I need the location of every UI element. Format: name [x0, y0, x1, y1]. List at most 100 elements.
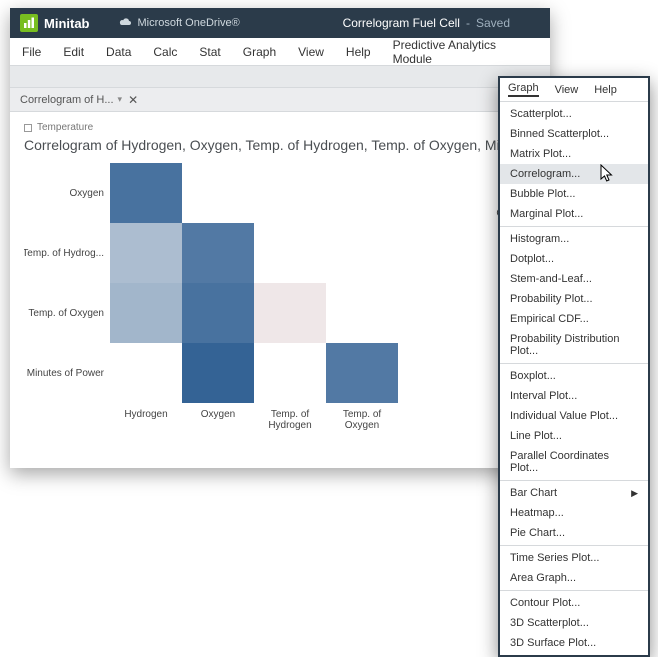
graph-menu-item[interactable]: Individual Value Plot... [500, 406, 648, 426]
menu-item-label: Individual Value Plot... [510, 410, 618, 422]
graph-menu-item[interactable]: Matrix Plot... [500, 144, 648, 164]
document-status: Saved [476, 16, 510, 30]
menu-separator [500, 590, 648, 591]
graph-menu-item[interactable]: Bar Chart ▶ [500, 483, 648, 503]
tab-active[interactable]: Correlogram of H... ▾ ✕ [16, 90, 142, 110]
heatmap-cell [326, 223, 398, 283]
graph-menu-item[interactable]: Probability Distribution Plot... [500, 329, 648, 361]
graph-menu-item[interactable]: Interval Plot... [500, 386, 648, 406]
document-separator: - [464, 16, 472, 30]
heatmap-cell [326, 343, 398, 403]
graph-menu-item[interactable]: Boxplot... [500, 366, 648, 386]
y-label: Minutes of Power [24, 343, 104, 403]
heatmap-cell [254, 163, 326, 223]
heatmap-cell [254, 223, 326, 283]
graph-menu-item[interactable]: 3D Scatterplot... [500, 613, 648, 633]
menu-separator [500, 545, 648, 546]
graph-menu-item[interactable]: Time Series Plot... [500, 548, 648, 568]
heatmap-cell [326, 163, 398, 223]
legend-label: Temperature [37, 122, 93, 133]
menu-graph[interactable]: Graph [243, 45, 276, 59]
document-name: Correlogram Fuel Cell [343, 16, 460, 30]
chevron-down-icon[interactable]: ▾ [118, 94, 123, 105]
menu-edit[interactable]: Edit [63, 45, 84, 59]
menu-view[interactable]: View [298, 45, 324, 59]
onedrive-icon [118, 17, 132, 30]
y-label: Temp. of Hydrog... [24, 223, 104, 283]
legend-swatch [24, 124, 32, 132]
x-label: Hydrogen [110, 409, 182, 431]
menu-item-label: Correlogram... [510, 168, 580, 180]
menu-predictive-analytics[interactable]: Predictive Analytics Module [393, 38, 538, 66]
menu-stat[interactable]: Stat [199, 45, 220, 59]
y-label: Oxygen [24, 163, 104, 223]
main-window: Minitab Microsoft OneDrive® Correlogram … [10, 8, 550, 468]
storage-location: Microsoft OneDrive® [118, 17, 240, 30]
graph-menu-item[interactable]: Histogram... [500, 229, 648, 249]
graph-menu-item[interactable]: Line Plot... [500, 426, 648, 446]
menu-item-label: Line Plot... [510, 430, 562, 442]
menu-item-label: Probability Distribution Plot... [510, 333, 638, 357]
graph-menu-list: Scatterplot... Binned Scatterplot... Matri… [500, 102, 648, 655]
graph-menu-item[interactable]: Scatterplot... [500, 104, 648, 124]
close-icon[interactable]: ✕ [128, 93, 138, 107]
app-name: Minitab [44, 16, 90, 31]
tabstrip: Correlogram of H... ▾ ✕ [10, 88, 550, 112]
menu-item-label: Bubble Plot... [510, 188, 575, 200]
menu-item-label: 3D Surface Plot... [510, 637, 596, 649]
heatmap-cell [110, 223, 182, 283]
popup-menu-graph[interactable]: Graph [508, 82, 539, 97]
menubar: File Edit Data Calc Stat Graph View Help… [10, 38, 550, 66]
menu-item-label: Interval Plot... [510, 390, 577, 402]
series-legend: Temperature [24, 122, 536, 133]
menu-item-label: Boxplot... [510, 370, 556, 382]
heatmap-cell [254, 343, 326, 403]
menu-separator [500, 480, 648, 481]
graph-menu-item[interactable]: Bubble Plot... [500, 184, 648, 204]
graph-menu-item[interactable]: 3D Surface Plot... [500, 633, 648, 653]
popup-menubar: Graph View Help [500, 78, 648, 102]
tab-label: Correlogram of H... [20, 94, 114, 106]
x-axis-labels: Hydrogen Oxygen Temp. of Hydrogen Temp. … [110, 409, 536, 431]
graph-menu-item[interactable]: Area Graph... [500, 568, 648, 588]
menu-item-label: Matrix Plot... [510, 148, 571, 160]
graph-menu-item[interactable]: Dotplot... [500, 249, 648, 269]
graph-menu-popup: Graph View Help Scatterplot... Binned Sca… [498, 76, 650, 657]
graph-menu-item[interactable]: Parallel Coordinates Plot... [500, 446, 648, 478]
heatmap-cell [326, 283, 398, 343]
menu-item-label: Parallel Coordinates Plot... [510, 450, 638, 474]
heatmap-cell [182, 223, 254, 283]
graph-menu-item[interactable]: Probability Plot... [500, 289, 648, 309]
graph-menu-item[interactable]: Marginal Plot... [500, 204, 648, 224]
popup-menu-view[interactable]: View [555, 84, 579, 96]
heatmap-cell [110, 283, 182, 343]
menu-separator [500, 226, 648, 227]
graph-menu-item[interactable]: Heatmap... [500, 503, 648, 523]
heatmap-cell [110, 163, 182, 223]
graph-menu-item[interactable]: Stem-and-Leaf... [500, 269, 648, 289]
menu-item-label: Empirical CDF... [510, 313, 589, 325]
graph-menu-item[interactable]: Contour Plot... [500, 593, 648, 613]
plot-area: Oxygen Temp. of Hydrog... Temp. of Oxyge… [24, 163, 536, 403]
menu-item-label: Heatmap... [510, 507, 564, 519]
heatmap-cell [110, 343, 182, 403]
submenu-arrow-icon: ▶ [631, 488, 638, 499]
heatmap-cell [182, 163, 254, 223]
graph-menu-item[interactable]: Pie Chart... [500, 523, 648, 543]
popup-menu-help[interactable]: Help [594, 84, 617, 96]
menu-item-label: Bar Chart [510, 487, 557, 499]
graph-menu-item[interactable]: Correlogram... [500, 164, 648, 184]
menu-separator [500, 363, 648, 364]
menu-file[interactable]: File [22, 45, 41, 59]
menu-data[interactable]: Data [106, 45, 131, 59]
heatmap-cell [182, 343, 254, 403]
menu-item-label: Pie Chart... [510, 527, 565, 539]
document-title-block[interactable]: Correlogram Fuel Cell - Saved [343, 16, 510, 30]
graph-menu-item[interactable]: Binned Scatterplot... [500, 124, 648, 144]
menu-item-label: Scatterplot... [510, 108, 572, 120]
menu-help[interactable]: Help [346, 45, 371, 59]
graph-menu-item[interactable]: Empirical CDF... [500, 309, 648, 329]
menu-calc[interactable]: Calc [153, 45, 177, 59]
x-label: Oxygen [182, 409, 254, 431]
y-label: Temp. of Oxygen [24, 283, 104, 343]
